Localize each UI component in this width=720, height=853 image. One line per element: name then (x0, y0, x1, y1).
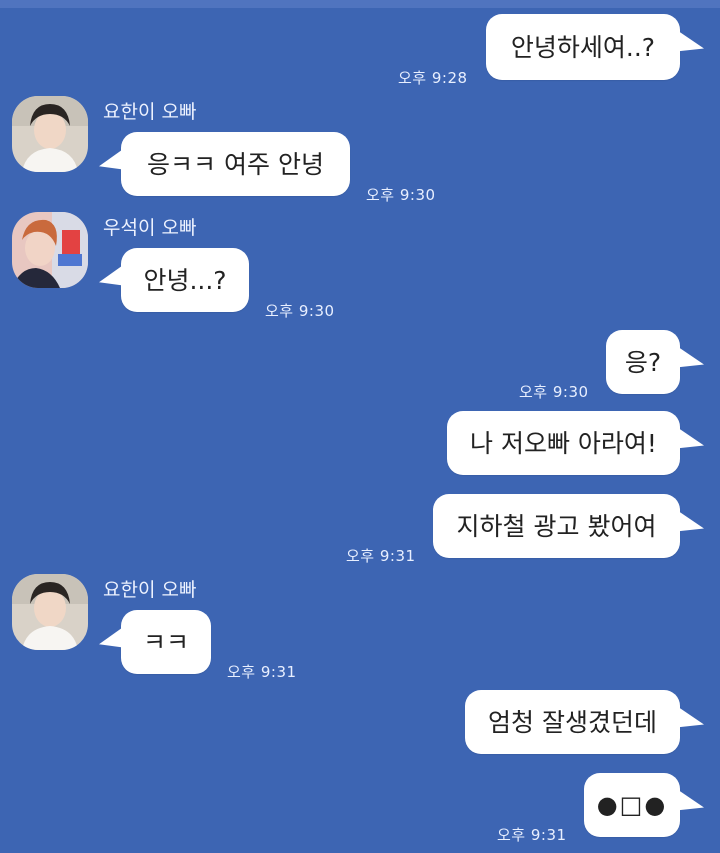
message-bubble-sent[interactable]: 응? (606, 330, 680, 394)
avatar-yohan[interactable] (12, 574, 88, 650)
message-timestamp: 오후 9:31 (227, 663, 297, 681)
message-bubble-sent[interactable]: 엄청 잘생겼던데 (465, 690, 680, 754)
message-text: ●□● (596, 791, 668, 819)
message-bubble-sent[interactable]: 지하철 광고 봤어여 (433, 494, 680, 558)
message-timestamp: 오후 9:30 (519, 383, 589, 401)
top-status-strip (0, 0, 720, 8)
message-bubble-received[interactable]: 응ㅋㅋ 여주 안녕 (121, 132, 350, 196)
message-text: 엄청 잘생겼던데 (488, 707, 657, 737)
message-text: 지하철 광고 봤어여 (456, 511, 657, 541)
message-text: 응? (624, 347, 662, 377)
sender-name: 요한이 오빠 (103, 101, 197, 123)
message-text: 나 저오빠 아라여! (470, 428, 657, 458)
message-bubble-received[interactable]: 안녕...? (121, 248, 249, 312)
message-text: 안녕하세여..? (510, 32, 656, 62)
message-text: 안녕...? (143, 265, 227, 295)
message-text: 응ㅋㅋ 여주 안녕 (147, 149, 324, 179)
message-text: ㅋㅋ (142, 627, 189, 657)
profile-photo-icon (12, 212, 88, 288)
avatar-wooseok[interactable] (12, 212, 88, 288)
avatar-yohan[interactable] (12, 96, 88, 172)
message-bubble-sent[interactable]: 안녕하세여..? (486, 14, 680, 80)
profile-photo-icon (12, 96, 88, 172)
message-timestamp: 오후 9:28 (398, 69, 468, 87)
message-bubble-sent[interactable]: 나 저오빠 아라여! (447, 411, 680, 475)
message-timestamp: 오후 9:30 (366, 186, 436, 204)
message-timestamp: 오후 9:31 (497, 826, 567, 844)
message-bubble-sent[interactable]: ●□● (584, 773, 680, 837)
sender-name: 요한이 오빠 (103, 579, 197, 601)
profile-photo-icon (12, 574, 88, 650)
sender-name: 우석이 오빠 (103, 217, 197, 239)
message-timestamp: 오후 9:31 (346, 547, 416, 565)
message-bubble-received[interactable]: ㅋㅋ (121, 610, 211, 674)
message-timestamp: 오후 9:30 (265, 302, 335, 320)
